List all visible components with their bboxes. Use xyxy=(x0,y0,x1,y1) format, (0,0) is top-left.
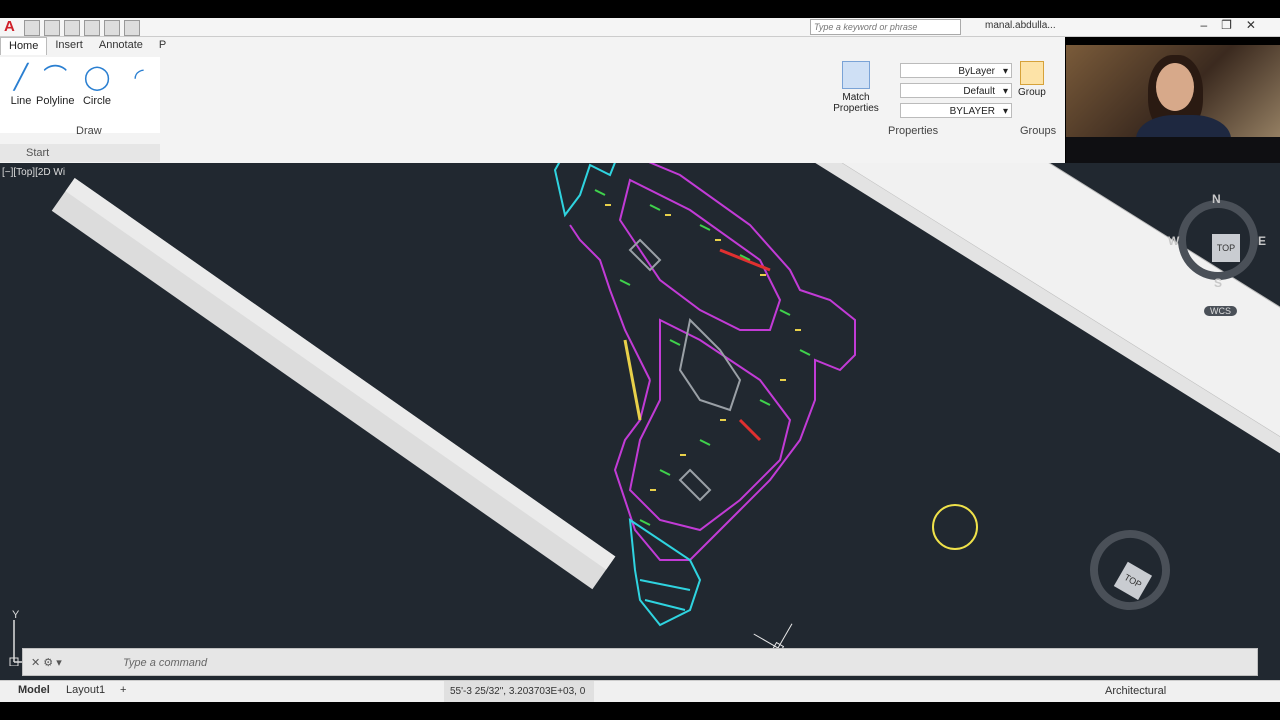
save-as-icon[interactable] xyxy=(84,20,100,36)
search-input[interactable]: Type a keyword or phrase xyxy=(810,19,961,35)
arc-tool[interactable]: ◜ xyxy=(124,63,154,95)
plot-icon[interactable] xyxy=(104,20,120,36)
quick-access-toolbar xyxy=(24,20,140,36)
layout1-tab[interactable]: Layout1 xyxy=(60,684,111,696)
user-account[interactable]: manal.abdulla... xyxy=(985,20,1056,31)
color-dropdown[interactable]: ByLayer xyxy=(900,63,1012,79)
bottom-black-bar xyxy=(0,702,1280,720)
open-icon[interactable] xyxy=(44,20,60,36)
arc-icon: ◜ xyxy=(134,64,144,91)
model-tab[interactable]: Model xyxy=(12,684,56,696)
line-icon: ╱ xyxy=(13,64,29,91)
compass-n: N xyxy=(1212,192,1221,206)
groups-panel-title: Groups xyxy=(1020,125,1057,137)
properties-panel: Match Properties ByLayer Default BYLAYER… xyxy=(830,57,1065,143)
svg-text:Y: Y xyxy=(12,609,20,621)
group-label: Group xyxy=(1018,87,1046,98)
linetype-dropdown[interactable]: Default xyxy=(900,83,1012,99)
match-properties-icon xyxy=(842,61,870,89)
viewcube-top[interactable]: TOP xyxy=(1212,234,1240,262)
line-label: Line xyxy=(10,95,32,107)
compass-w: W xyxy=(1168,234,1180,248)
coordinates-readout[interactable]: 55'-3 25/32", 3.203703E+03, 0 xyxy=(444,681,594,703)
viewcube-compass[interactable]: TOP xyxy=(1178,200,1258,280)
draw-panel-title: Draw xyxy=(76,125,102,137)
circle-icon: ◯ xyxy=(83,64,111,91)
compass-e: E xyxy=(1258,234,1267,248)
autocad-logo-icon[interactable]: A xyxy=(4,18,15,35)
properties-panel-title: Properties xyxy=(888,125,939,137)
window-controls[interactable]: –❐✕ xyxy=(1201,18,1271,32)
units-dropdown[interactable]: Architectural xyxy=(1105,685,1166,697)
circle-tool[interactable]: ◯ Circle xyxy=(82,63,112,107)
canvas-svg xyxy=(51,163,1280,627)
viewcube[interactable]: TOP N S E W WCS xyxy=(1168,192,1266,316)
ribbon-tabs: Home Insert Annotate P xyxy=(0,37,174,55)
tab-insert[interactable]: Insert xyxy=(47,37,91,55)
drawing-canvas[interactable] xyxy=(0,163,1280,680)
new-icon[interactable] xyxy=(24,20,40,36)
circle-label: Circle xyxy=(82,95,112,107)
viewport-controls[interactable]: [−][Top][2D Wi xyxy=(2,167,65,178)
command-line[interactable]: ✕ ⚙ ▾ Type a command xyxy=(22,648,1258,676)
tab-parametric[interactable]: P xyxy=(151,37,174,55)
match-properties-button[interactable]: Match Properties xyxy=(830,61,882,114)
lineweight-dropdown[interactable]: BYLAYER xyxy=(900,103,1012,119)
line-tool[interactable]: ╱ Line xyxy=(6,63,36,107)
polyline-label: Polyline xyxy=(36,95,75,107)
undo-icon[interactable] xyxy=(124,20,140,36)
draw-panel: ╱ Line ⌒ Polyline ◯ Circle ◜ xyxy=(0,57,160,133)
click-highlight-circle xyxy=(932,504,978,550)
rotated-viewcube-top: TOP xyxy=(1113,561,1153,601)
compass-s: S xyxy=(1214,276,1223,290)
polyline-icon: ⌒ xyxy=(43,64,68,91)
tab-annotate[interactable]: Annotate xyxy=(91,37,151,55)
add-layout-button[interactable]: + xyxy=(114,684,132,696)
tab-home[interactable]: Home xyxy=(0,37,48,55)
group-icon xyxy=(1019,61,1044,85)
match-properties-label: Match Properties xyxy=(833,92,879,114)
webcam-overlay xyxy=(1066,45,1280,166)
command-input[interactable]: Type a command xyxy=(123,657,207,669)
polyline-tool[interactable]: ⌒ Polyline xyxy=(36,63,75,107)
save-icon[interactable] xyxy=(64,20,80,36)
ribbon: Home Insert Annotate P ╱ Line ⌒ Polyline… xyxy=(0,37,1065,164)
presenter-face xyxy=(1156,63,1194,111)
wcs-button[interactable]: WCS xyxy=(1204,306,1237,316)
title-bar: A Type a keyword or phrase manal.abdulla… xyxy=(0,18,1280,37)
laptop xyxy=(1066,137,1280,166)
rotated-command-bar xyxy=(51,177,616,590)
start-tab[interactable]: Start xyxy=(0,144,160,162)
status-bar: Model Layout1 + 55'-3 25/32", 3.203703E+… xyxy=(0,680,1280,703)
command-line-close-icon[interactable]: ✕ ⚙ ▾ xyxy=(31,649,62,677)
group-button[interactable]: Group xyxy=(1018,61,1046,98)
